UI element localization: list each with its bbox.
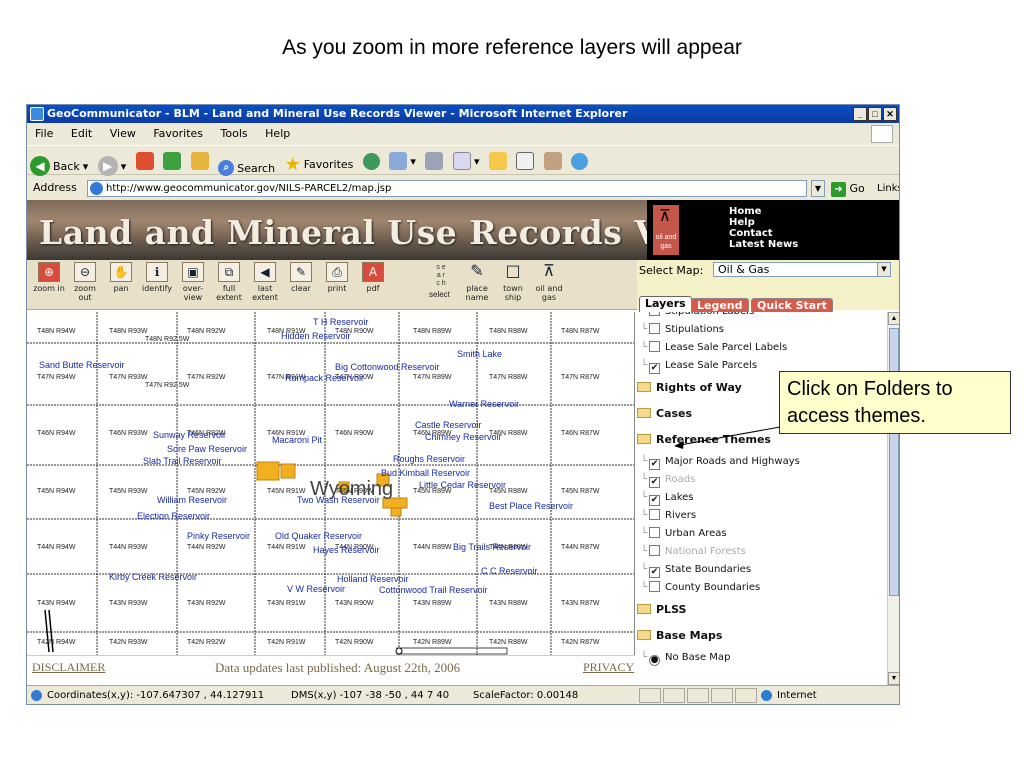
- callout-arrow: [674, 426, 781, 449]
